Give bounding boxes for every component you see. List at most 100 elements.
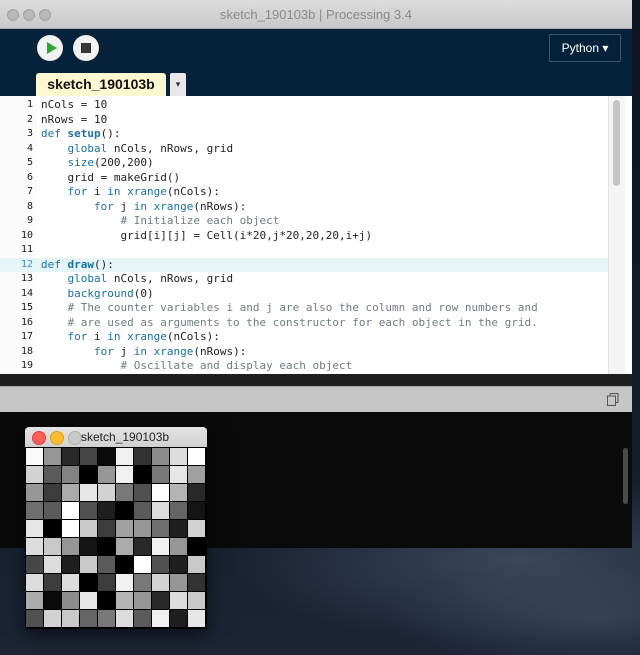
code-text: background(0) bbox=[41, 287, 154, 302]
tab-menu-button[interactable]: ▾ bbox=[170, 73, 186, 96]
run-button[interactable] bbox=[37, 35, 63, 61]
code-text: global nCols, nRows, grid bbox=[41, 141, 234, 157]
grid-cell bbox=[26, 466, 43, 483]
code-line[interactable]: 3 def setup(): bbox=[0, 127, 608, 142]
grid-cell bbox=[188, 556, 205, 573]
code-line[interactable]: 2 nRows = 10 bbox=[0, 113, 608, 128]
grid-cell bbox=[134, 502, 151, 519]
line-number: 13 bbox=[20, 273, 33, 284]
code-line[interactable]: 8 for j in xrange(nRows): bbox=[0, 200, 608, 215]
code-line[interactable]: 13 global nCols, nRows, grid bbox=[0, 272, 608, 287]
grid-cell bbox=[134, 448, 151, 465]
grid-cell bbox=[26, 610, 43, 627]
code-line[interactable]: 10 grid[i][j] = Cell(i*20,j*20,20,20,i+j… bbox=[0, 229, 608, 244]
grid-cell bbox=[188, 538, 205, 555]
grid-cell bbox=[116, 466, 133, 483]
code-line[interactable]: 7 for i in xrange(nCols): bbox=[0, 185, 608, 200]
code-text: global nCols, nRows, grid bbox=[41, 272, 234, 287]
line-number: 6 bbox=[26, 171, 33, 183]
line-number: 15 bbox=[20, 302, 33, 313]
code-line[interactable]: 15 # The counter variables i and j are a… bbox=[0, 301, 608, 316]
code-text: # Oscillate and display each object bbox=[41, 359, 352, 374]
grid-cell bbox=[80, 574, 97, 591]
window-titlebar: sketch_190103b | Processing 3.4 bbox=[0, 0, 632, 29]
grid-cell bbox=[170, 610, 187, 627]
code-line[interactable]: 9 # Initialize each object bbox=[0, 214, 608, 229]
grid-cell bbox=[116, 448, 133, 465]
sketch-canvas[interactable] bbox=[25, 447, 207, 629]
grid-cell bbox=[98, 520, 115, 537]
editor-scrollbar-thumb[interactable] bbox=[613, 100, 620, 186]
grid-cell bbox=[116, 502, 133, 519]
grid-cell bbox=[170, 538, 187, 555]
grid-cell bbox=[152, 538, 169, 555]
grid-cell bbox=[152, 448, 169, 465]
sketch-window: sketch_190103b bbox=[25, 427, 207, 629]
grid-cell bbox=[170, 448, 187, 465]
code-line[interactable]: 4 global nCols, nRows, grid bbox=[0, 142, 608, 157]
grid-cell bbox=[188, 502, 205, 519]
code-token: nCols, nRows, grid bbox=[107, 141, 234, 155]
code-token: # The counter variables i and j are also… bbox=[41, 301, 538, 314]
grid-cell bbox=[134, 538, 151, 555]
console-scrollbar[interactable] bbox=[620, 412, 630, 548]
sketch-zoom-button[interactable] bbox=[68, 431, 82, 445]
line-number: 7 bbox=[26, 186, 33, 197]
grid-cell bbox=[134, 484, 151, 501]
grid-cell bbox=[44, 520, 61, 537]
code-line[interactable]: 19 # Oscillate and display each object bbox=[0, 359, 608, 374]
line-number: 5 bbox=[26, 157, 33, 168]
code-line[interactable]: 18 for j in xrange(nRows): bbox=[0, 345, 608, 360]
grid-cell bbox=[26, 556, 43, 573]
code-line[interactable]: 14 background(0) bbox=[0, 287, 608, 302]
code-line[interactable]: 6 grid = makeGrid() bbox=[0, 171, 608, 186]
grid-cell bbox=[80, 448, 97, 465]
grid-cell bbox=[80, 556, 97, 573]
copy-icon[interactable] bbox=[607, 393, 619, 406]
code-text: grid = makeGrid() bbox=[41, 171, 180, 186]
code-text: nCols = 10 bbox=[41, 98, 107, 113]
code-token: nCols = 10 bbox=[41, 98, 108, 111]
console-scrollbar-thumb[interactable] bbox=[623, 448, 628, 504]
grid-cell bbox=[80, 538, 97, 555]
sketch-minimize-button[interactable] bbox=[50, 431, 64, 445]
code-text: size(200,200) bbox=[41, 156, 154, 171]
stop-button[interactable] bbox=[73, 35, 99, 61]
code-text: def draw(): bbox=[41, 258, 114, 273]
code-token: xrange bbox=[127, 185, 167, 198]
code-token: global bbox=[67, 272, 108, 285]
code-text: for i in xrange(nCols): bbox=[41, 330, 220, 345]
line-number: 16 bbox=[20, 316, 33, 328]
code-token: setup bbox=[67, 127, 101, 140]
code-line[interactable]: 1 nCols = 10 bbox=[0, 98, 608, 113]
code-token: grid[i][j] = Cell(i*20,j*20,20,20,i+j) bbox=[41, 228, 373, 242]
code-line[interactable]: 17 for i in xrange(nCols): bbox=[0, 330, 608, 345]
code-editor[interactable]: 1 nCols = 10 2 nRows = 10 3 def setup(): 4 glo… bbox=[0, 96, 632, 374]
grid-cell bbox=[98, 556, 115, 573]
code-token: j bbox=[113, 344, 134, 358]
grid-cell bbox=[152, 484, 169, 501]
grid-cell bbox=[170, 520, 187, 537]
code-token: def bbox=[41, 127, 68, 140]
grid-cell bbox=[62, 538, 79, 555]
line-number: 9 bbox=[26, 215, 33, 226]
code-line[interactable]: 11 bbox=[0, 243, 608, 258]
sketch-close-button[interactable] bbox=[32, 431, 46, 445]
mode-selector[interactable]: Python ▾ bbox=[549, 34, 621, 62]
tab-sketch[interactable]: sketch_190103b bbox=[36, 73, 166, 96]
code-token: nCols, nRows, grid bbox=[107, 272, 234, 285]
code-text: nRows = 10 bbox=[41, 113, 107, 128]
code-token: in bbox=[133, 199, 147, 213]
code-line[interactable]: 5 size(200,200) bbox=[0, 156, 608, 171]
code-line[interactable]: 12 def draw(): bbox=[0, 257, 608, 273]
grid-cell bbox=[62, 502, 79, 519]
editor-scrollbar[interactable] bbox=[608, 96, 625, 374]
grid-cell bbox=[62, 448, 79, 465]
code-line[interactable]: 16 # are used as arguments to the constr… bbox=[0, 316, 608, 331]
grid-cell bbox=[62, 610, 79, 627]
grid-cell bbox=[170, 502, 187, 519]
code-token: def bbox=[41, 257, 68, 271]
